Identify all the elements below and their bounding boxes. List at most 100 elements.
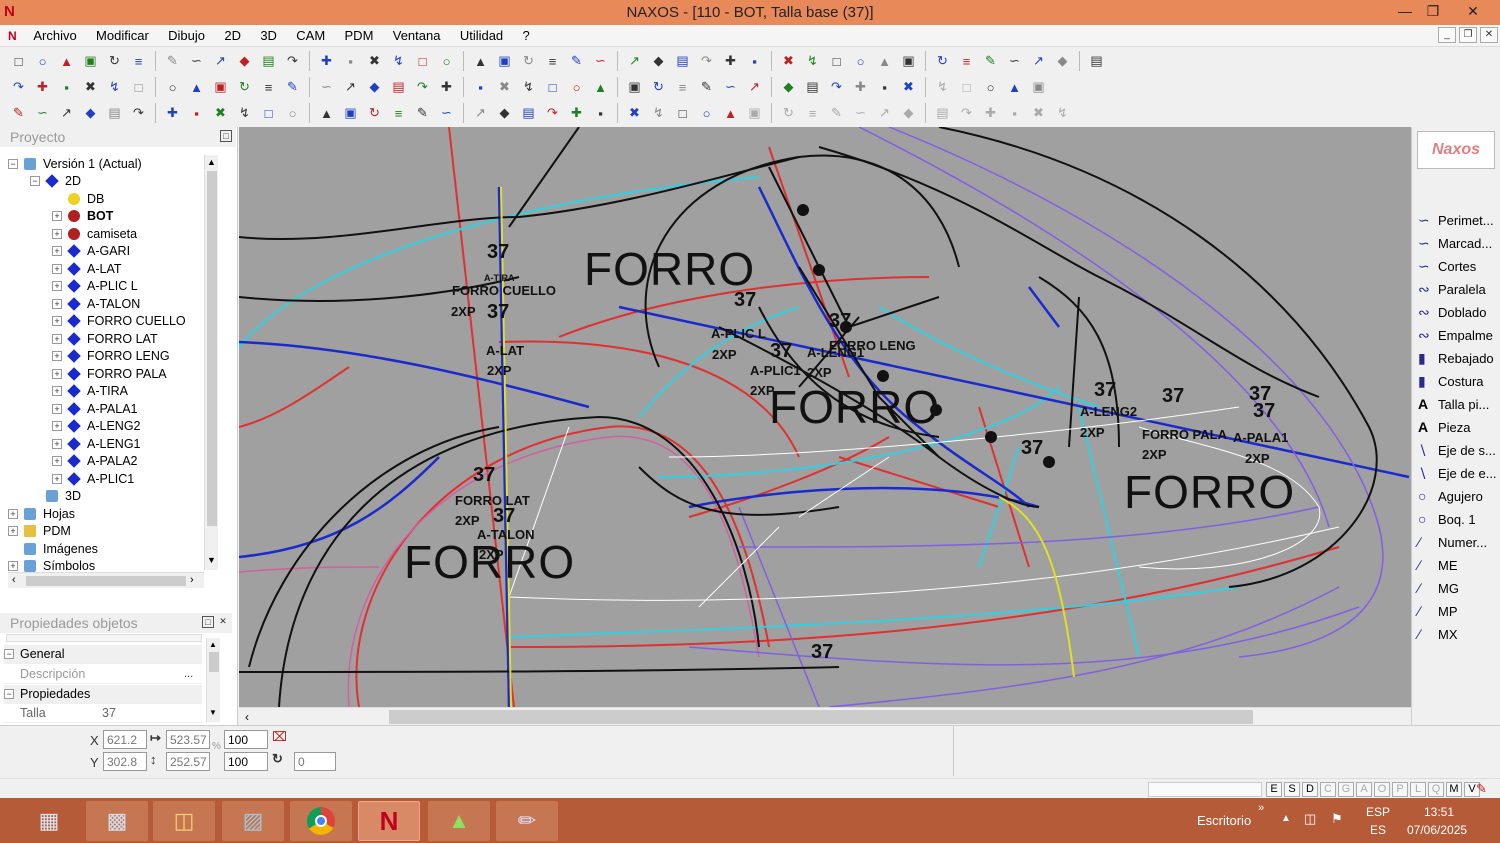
arrows2-icon[interactable]: ↗ [744, 77, 765, 98]
cube-icon[interactable]: ○ [980, 77, 1001, 98]
tool-rebajado[interactable]: ▮ Rebajado [1418, 347, 1494, 369]
tool-marcad[interactable]: ∽ Marcad... [1418, 232, 1492, 254]
close-button[interactable]: ✕ [1456, 0, 1490, 22]
scroll-right-icon[interactable]: › [190, 574, 194, 586]
box2-icon[interactable]: ∽ [720, 77, 741, 98]
properties-scrollbar[interactable]: ▲ ▼ [206, 638, 220, 722]
redo-icon[interactable]: ✎ [162, 51, 183, 72]
canvas-scroll-thumb[interactable] [389, 710, 1253, 724]
ellipse-icon[interactable]: □ [128, 77, 149, 98]
wave4-icon[interactable]: □ [542, 77, 563, 98]
tree-horizontal-scrollbar[interactable]: ‹ › [8, 572, 204, 588]
clock-time[interactable]: 13:51 [1424, 805, 1454, 819]
arc-icon[interactable]: ○ [436, 51, 457, 72]
expand-icon[interactable]: + [52, 421, 62, 431]
hash-icon[interactable]: ↗ [470, 103, 491, 124]
wave5-icon[interactable]: ○ [566, 77, 587, 98]
tree-item-a-plic1[interactable]: + A-PLIC1 [52, 470, 134, 487]
curve4-icon[interactable]: ↯ [234, 103, 255, 124]
pattern-icon[interactable]: ▣ [210, 77, 231, 98]
menu-modificar[interactable]: Modificar [88, 25, 157, 43]
grey12-icon[interactable]: ✚ [980, 103, 1001, 124]
print-icon[interactable]: ◆ [234, 51, 255, 72]
talla-row[interactable]: Talla 37 [4, 704, 202, 723]
status-toggle-q[interactable]: Q [1428, 782, 1444, 797]
tree-item-a-leng2[interactable]: + A-LENG2 [52, 418, 141, 435]
curve-icon[interactable]: ↻ [518, 51, 539, 72]
circle-icon[interactable]: ▲ [470, 51, 491, 72]
expand-icon[interactable]: + [52, 456, 62, 466]
perimeter-icon[interactable]: ▲ [874, 51, 895, 72]
status-toggle-d[interactable]: D [1302, 782, 1318, 797]
design-app-icon[interactable]: ▲ [428, 801, 490, 841]
slash-icon[interactable]: ↷ [696, 51, 717, 72]
tool-paralela[interactable]: ∾ Paralela [1418, 278, 1486, 300]
general-section[interactable]: − General [4, 645, 202, 664]
tree-item-forro-cuello[interactable]: + FORRO CUELLO [52, 313, 186, 330]
minimize-button[interactable]: — [1390, 0, 1420, 22]
stack-icon[interactable]: ↻ [234, 77, 255, 98]
talla-value[interactable]: 37 [102, 706, 116, 720]
scroll-up-icon[interactable]: ▲ [207, 157, 216, 167]
curve2-icon[interactable]: ↻ [648, 77, 669, 98]
bezier-icon[interactable]: ▲ [186, 77, 207, 98]
slash3-icon[interactable]: ✚ [436, 77, 457, 98]
text-A-icon[interactable]: ◆ [648, 51, 669, 72]
tool-agujero[interactable]: ○ Agujero [1418, 485, 1483, 507]
drawing-canvas[interactable]: FORRO FORRO FORRO FORRO 37 A-TIRA FORRO … [239, 127, 1411, 707]
expand-icon[interactable]: + [52, 211, 62, 221]
status-toggle-m[interactable]: M [1446, 782, 1462, 797]
grey13-icon[interactable]: ▪ [1004, 103, 1025, 124]
spline-icon[interactable]: □ [412, 51, 433, 72]
grey3-icon[interactable]: ▣ [744, 103, 765, 124]
wave-icon[interactable]: ▤ [672, 51, 693, 72]
menu-3d[interactable]: 3D [252, 25, 285, 43]
canvas-horizontal-scrollbar[interactable]: ‹ [239, 707, 1411, 725]
grey15-icon[interactable]: ↯ [1052, 103, 1073, 124]
mdi-close-button[interactable]: ✕ [1480, 27, 1498, 43]
split-icon[interactable]: ▪ [186, 103, 207, 124]
bend-icon[interactable]: □ [826, 51, 847, 72]
scale-lock-icon[interactable]: ⌧ [272, 729, 287, 745]
notes-icon[interactable]: ▨ [222, 801, 284, 841]
tree-hscroll-thumb[interactable] [26, 576, 186, 586]
tri-icon[interactable]: ▤ [104, 103, 125, 124]
desktop-chevron-icon[interactable]: » [1258, 802, 1264, 814]
propiedades-section[interactable]: − Propiedades [4, 685, 202, 704]
fill-icon[interactable]: ↗ [624, 51, 645, 72]
tree-item-a-talon[interactable]: + A-TALON [52, 295, 140, 312]
expand-icon[interactable]: + [52, 333, 62, 344]
grey4-icon[interactable]: ↻ [778, 103, 799, 124]
grid-icon[interactable]: ∽ [316, 77, 337, 98]
box3-icon[interactable]: ✚ [162, 103, 183, 124]
render-icon[interactable]: ▣ [80, 51, 101, 72]
naxos-taskbar-icon[interactable]: N [358, 801, 420, 841]
menu-cam[interactable]: CAM [288, 25, 333, 43]
slash5-icon[interactable]: ✖ [494, 77, 515, 98]
document-icon[interactable]: N [0, 29, 22, 43]
pin-icon[interactable]: □ [220, 130, 232, 142]
language-primary[interactable]: ESP [1366, 805, 1390, 819]
wave2-icon[interactable]: ○ [850, 51, 871, 72]
doc2-icon[interactable]: ◆ [80, 103, 101, 124]
snap-icon[interactable]: ▪ [340, 51, 361, 72]
arrows-icon[interactable]: ◆ [364, 77, 385, 98]
grey7-icon[interactable]: ∽ [850, 103, 871, 124]
scale-y-field[interactable]: 100 [224, 752, 268, 771]
plus-icon[interactable]: ◆ [494, 103, 515, 124]
grey14-icon[interactable]: ✖ [1028, 103, 1049, 124]
tool-perimet[interactable]: ∽ Perimet... [1418, 209, 1494, 231]
resize-icon[interactable]: ○ [696, 103, 717, 124]
scroll-up-icon[interactable]: ▲ [209, 640, 217, 649]
scroll-down-icon[interactable]: ▼ [207, 555, 216, 565]
clock-date[interactable]: 07/06/2025 [1407, 823, 1467, 837]
paste-icon[interactable]: ▤ [258, 51, 279, 72]
expand-icon[interactable]: + [52, 438, 62, 449]
tree-item-hojas[interactable]: + Hojas [8, 505, 75, 522]
measure3-icon[interactable]: ↯ [648, 103, 669, 124]
move2-icon[interactable]: ∽ [436, 103, 457, 124]
search-icon[interactable]: ◆ [778, 77, 799, 98]
tool-mp[interactable]: ∕ MP [1418, 600, 1458, 622]
copy-icon[interactable]: ▣ [898, 51, 919, 72]
expand-icon[interactable]: + [52, 281, 62, 291]
